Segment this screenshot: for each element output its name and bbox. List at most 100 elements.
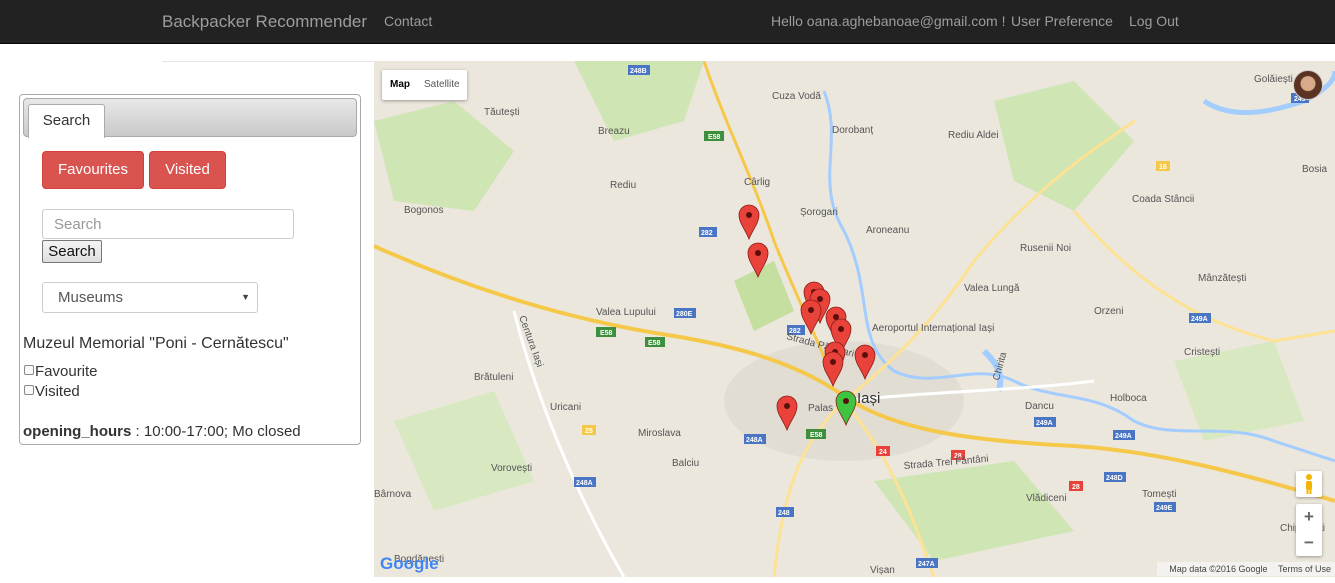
place-marker[interactable] [738,204,760,241]
road-number: 247A [918,561,935,568]
road-number: 248 [778,510,790,517]
place-label: Breazu [598,126,630,137]
road-label: Centura Iași [516,314,545,368]
terms-link[interactable]: Terms of Use [1278,564,1331,574]
visited-checkbox[interactable] [24,385,34,395]
logout-link[interactable]: Log Out [1129,13,1179,29]
search-button[interactable]: Search [42,240,102,263]
place-label: Holboca [1110,393,1147,404]
visited-label: Visited [35,383,80,400]
road-number: 249A [1036,420,1053,427]
brand-link[interactable]: Backpacker Recommender [162,12,367,32]
place-label: Uricani [550,402,581,413]
place-label: Orzeni [1094,306,1123,317]
map-attribution: Map data ©2016 Google Terms of Use [1157,562,1335,576]
hours-separator: : [131,423,144,440]
place-label: Golăiești [1254,74,1293,85]
attribution-text: Map data ©2016 Google [1169,564,1268,574]
place-label: Rediu [610,180,636,191]
road-number: E58 [600,330,613,337]
google-logo-text: Google [380,554,439,573]
place-label: Coada Stâncii [1132,194,1194,205]
search-panel: Search Favourites Visited Search Museums… [19,94,361,445]
avatar[interactable] [1293,70,1323,100]
zoom-in-button[interactable]: + [1296,504,1322,530]
marker-dot [838,326,844,332]
hours-value: 10:00-17:00; Mo closed [143,423,301,440]
place-label: Șorogari [800,207,838,218]
road-number: 248A [746,437,763,444]
map-view[interactable]: 248B E58 249 16 249A 282 280E E58 282 24… [374,61,1335,577]
road-number: 28 [1072,484,1080,491]
place-label: Vișan [870,565,895,576]
marker-dot [755,250,761,256]
divider [162,61,374,62]
place-label: Bosia [1302,164,1327,175]
zoom-out-button[interactable]: − [1296,530,1322,556]
favourite-row: Favourite [24,363,98,380]
place-label: Cristești [1184,347,1220,358]
opening-hours: opening_hours : 10:00-17:00; Mo closed [23,423,301,440]
place-label: Valea Lupului [596,307,656,318]
visited-button[interactable]: Visited [149,151,226,189]
place-label: Aroneanu [866,225,909,236]
chevron-down-icon: ▼ [241,292,250,302]
road-number: 280E [676,311,693,318]
map-type-satellite-button[interactable]: Satellite [424,79,460,90]
place-label: Tomești [1142,489,1176,500]
place-title: Muzeul Memorial "Poni - Cernătescu" [23,335,289,352]
road-number: 16 [1159,164,1167,171]
place-label: Aeroportul Internațional Iași [872,323,994,334]
place-label: Rusenii Noi [1020,243,1071,254]
park-area [394,391,534,511]
category-select[interactable]: Museums ▼ [42,282,258,313]
favourite-checkbox[interactable] [24,365,34,375]
road-number: 282 [701,230,713,237]
map-canvas[interactable]: 248B E58 249 16 249A 282 280E E58 282 24… [374,61,1335,577]
marker-dot [784,403,790,409]
place-label: Palas [808,403,833,414]
marker-dot [843,398,849,404]
marker-dot [746,212,752,218]
pegman-icon[interactable] [1296,471,1322,497]
user-preference-link[interactable]: User Preference [1011,13,1113,29]
road-number: 25 [585,428,593,435]
place-label: Valea Lungă [964,283,1020,294]
road-number: 249A [1191,316,1208,323]
place-label: Vorovești [491,463,532,474]
park-area [994,81,1134,211]
place-label: Miroslava [638,428,681,439]
road-number: 248D [1106,475,1123,482]
hours-key: opening_hours [23,423,132,440]
place-label: Bogonos [404,205,443,216]
park-area [874,461,1074,561]
road-number: 249A [1115,433,1132,440]
place-label: Rediu Aldei [948,130,999,141]
place-label: Vlădiceni [1026,493,1067,504]
contact-link[interactable]: Contact [384,13,432,29]
user-greeting[interactable]: Hello oana.aghebanoae@gmail.com ! [771,13,1005,29]
road-number: E58 [810,432,823,439]
favourites-button[interactable]: Favourites [42,151,144,189]
zoom-control: + − [1296,504,1322,556]
tab-search[interactable]: Search [28,104,105,138]
search-input[interactable] [42,209,294,239]
map-type-control: Map Satellite [382,70,467,100]
place-label: Balciu [672,458,699,469]
road-number: 248A [576,480,593,487]
place-label: Cuza Vodă [772,91,821,102]
top-navbar: Backpacker Recommender Contact Hello oan… [0,0,1335,44]
place-label: Dorobanț [832,125,873,136]
marker-dot [830,359,836,365]
category-selected-value: Museums [58,289,124,306]
road-number: 249E [1156,505,1173,512]
google-logo: Google [380,554,439,574]
marker-dot [808,307,814,313]
map-type-map-button[interactable]: Map [390,79,410,90]
road-number: 248B [630,68,647,75]
place-label: Dancu [1025,401,1054,412]
road-number: 24 [879,449,887,456]
place-label: Bârnova [374,489,412,500]
marker-dot [862,352,868,358]
city-label: Iași [857,390,880,407]
